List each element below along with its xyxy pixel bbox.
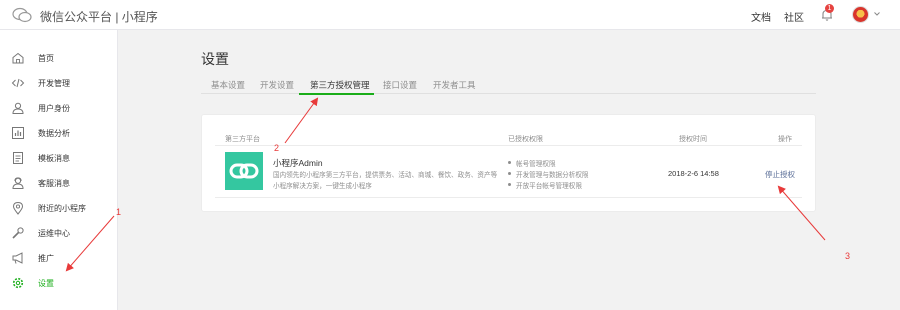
chevron-down-icon[interactable]: [873, 10, 881, 18]
notification-badge: 1: [825, 4, 834, 13]
active-tab-indicator: [299, 93, 374, 95]
community-link[interactable]: 社区: [784, 9, 804, 24]
column-header-platform: 第三方平台: [225, 136, 260, 143]
tab-dev-settings[interactable]: 开发设置: [260, 79, 294, 91]
sidebar-item-nearby-mini-programs[interactable]: 附近的小程序: [0, 198, 118, 220]
annotation-label-1: 1: [116, 207, 122, 217]
link-icon: [229, 163, 259, 179]
table-row-divider: [215, 197, 802, 198]
code-icon: [11, 78, 25, 88]
table-header-divider: [215, 145, 802, 146]
sidebar-item-data-analysis[interactable]: 数据分析: [0, 123, 118, 145]
sidebar-item-label: 用户身份: [38, 104, 70, 113]
chart-icon: [12, 127, 24, 139]
sidebar-item-label: 开发管理: [38, 79, 70, 88]
sidebar-item-label: 推广: [38, 254, 54, 263]
tab-dev-tools[interactable]: 开发者工具: [433, 79, 476, 91]
tab-api-settings[interactable]: 接口设置: [383, 79, 417, 91]
permission-item: 帐号管理权限: [508, 158, 556, 168]
customer-service-icon: [12, 177, 24, 189]
tab-third-party-auth[interactable]: 第三方授权管理: [310, 79, 370, 91]
sidebar-item-user-identity[interactable]: 用户身份: [0, 98, 118, 120]
sidebar-item-label: 运维中心: [38, 229, 70, 238]
third-party-app-name: 小程序Admin: [273, 158, 323, 168]
sidebar-item-label: 客服消息: [38, 179, 70, 188]
permission-item: 开发管理与数据分析权限: [508, 169, 589, 179]
tab-basic-settings[interactable]: 基本设置: [211, 79, 245, 91]
document-icon: [13, 152, 23, 164]
stop-authorization-link[interactable]: 停止授权: [765, 169, 795, 180]
sidebar-item-customer-service[interactable]: 客服消息: [0, 173, 118, 195]
sidebar-item-promotion[interactable]: 推广: [0, 248, 118, 270]
home-icon: [12, 52, 24, 64]
permission-item: 开放平台帐号管理权限: [508, 180, 582, 190]
app-title: 微信公众平台 | 小程序: [40, 10, 158, 24]
sidebar-item-label: 附近的小程序: [38, 204, 86, 213]
docs-link[interactable]: 文档: [751, 9, 771, 24]
sidebar-item-ops-center[interactable]: 运维中心: [0, 223, 118, 245]
page-title: 设置: [201, 51, 229, 67]
sidebar-item-label: 数据分析: [38, 129, 70, 138]
location-icon: [12, 201, 24, 215]
wrench-icon: [12, 227, 24, 239]
megaphone-icon: [12, 252, 23, 264]
auth-time: 2018-2-6 14:58: [668, 169, 719, 178]
annotation-label-2: 2: [274, 143, 280, 153]
gear-icon: [12, 277, 24, 289]
avatar[interactable]: [852, 6, 869, 23]
top-bar: 微信公众平台 | 小程序 文档 社区 1: [0, 0, 900, 30]
third-party-app-description: 国内领先的小程序第三方平台，提供票务、活动、商城、餐饮、政务、资产等小程序解决方…: [273, 172, 498, 190]
sidebar: 首页 开发管理 用户身份 数据分析 模板消息 客服消息 附近的小程序 运维中心 …: [0, 30, 118, 310]
annotation-label-3: 3: [845, 251, 851, 261]
user-icon: [12, 102, 24, 114]
sidebar-item-label: 模板消息: [38, 154, 70, 163]
app-logo: [225, 152, 263, 190]
column-header-auth-time: 授权时间: [679, 136, 707, 143]
column-header-permissions: 已授权权限: [508, 136, 543, 143]
column-header-action: 操作: [778, 136, 792, 143]
sidebar-item-dev-management[interactable]: 开发管理: [0, 73, 118, 95]
sidebar-item-label: 首页: [38, 54, 54, 63]
sidebar-item-settings[interactable]: 设置: [0, 273, 118, 295]
sidebar-item-label: 设置: [38, 279, 54, 288]
wechat-logo-icon[interactable]: [12, 7, 32, 23]
sidebar-item-home[interactable]: 首页: [0, 48, 118, 70]
sidebar-item-template-messages[interactable]: 模板消息: [0, 148, 118, 170]
tab-bar: 基本设置 开发设置 第三方授权管理 接口设置 开发者工具: [201, 74, 816, 94]
